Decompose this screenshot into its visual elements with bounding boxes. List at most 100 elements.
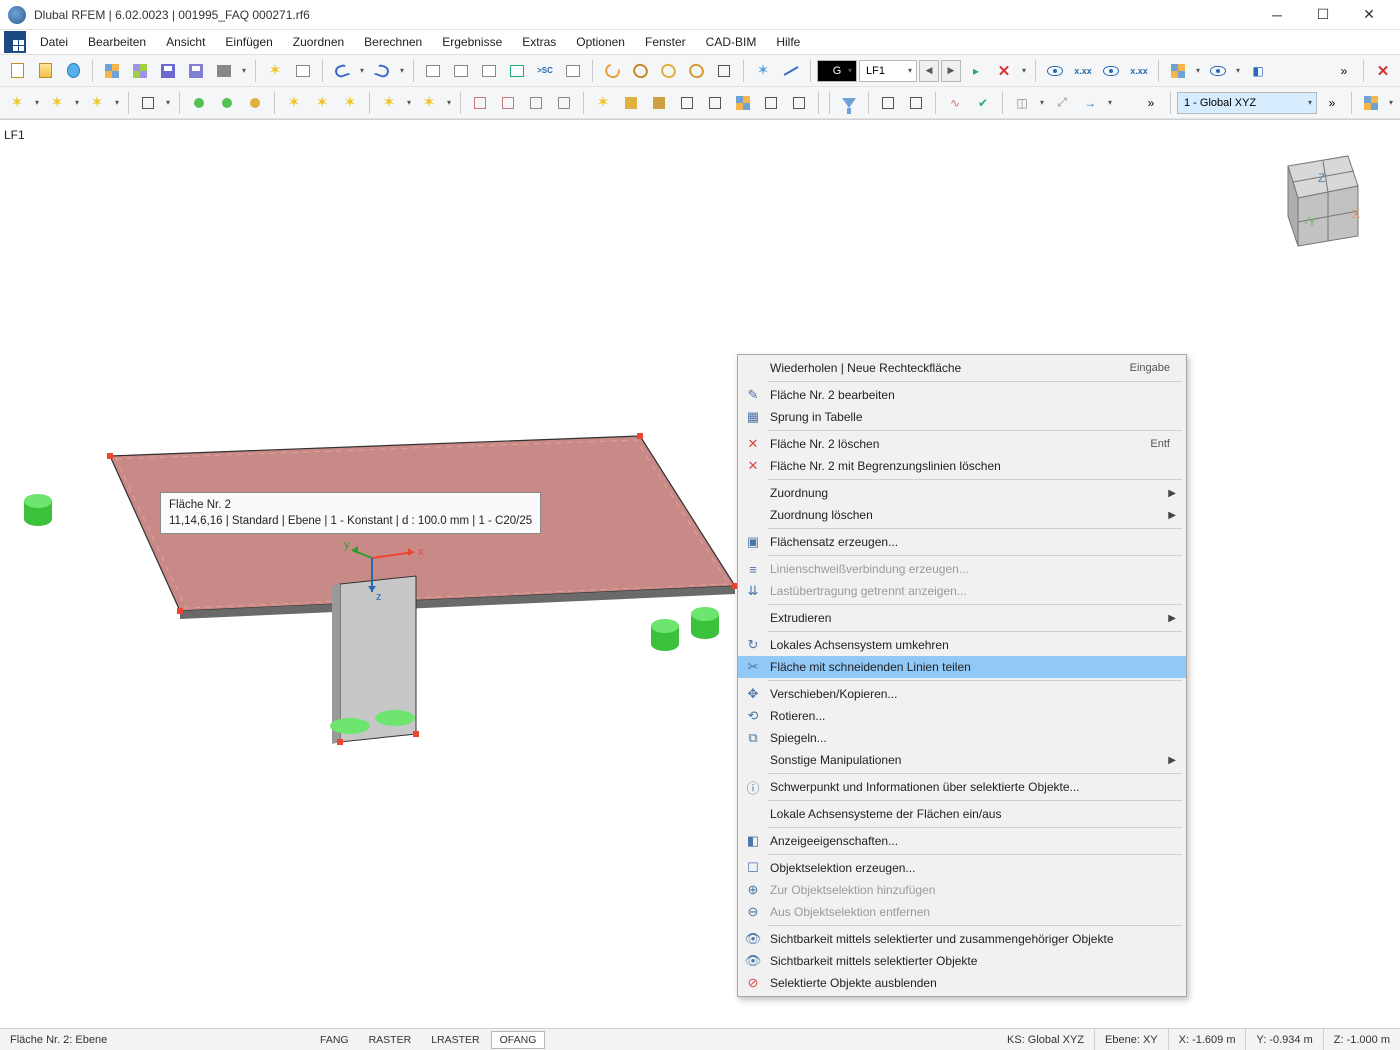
script-button[interactable]: >SC [532, 58, 558, 84]
g2-button[interactable] [618, 90, 644, 116]
view-eye3-button[interactable] [1205, 58, 1231, 84]
more-row2-button[interactable]: » [1138, 90, 1164, 116]
select-arrow-button[interactable] [599, 58, 625, 84]
ctx-item-26[interactable]: ⓘSchwerpunkt und Informationen über sele… [738, 776, 1186, 798]
select-lasso-button[interactable] [627, 58, 653, 84]
status-toggle-lraster[interactable]: LRASTER [422, 1031, 488, 1049]
menu-ansicht[interactable]: Ansicht [156, 31, 215, 53]
ctx-item-23[interactable]: ⧉Spiegeln... [738, 727, 1186, 749]
close-button[interactable]: ✕ [1346, 1, 1392, 29]
lb2-dd[interactable]: ▾ [444, 98, 454, 107]
lf-prev-button[interactable]: ◀ [919, 60, 939, 82]
delete-x-button[interactable]: ✕ [991, 58, 1017, 84]
nav-cube[interactable]: X -Y Z [1258, 146, 1368, 256]
ctx-item-32[interactable]: ☐Objektselektion erzeugen... [738, 857, 1186, 879]
ctx-item-19[interactable]: ✂Fläche mit schneidenden Linien teilen [738, 656, 1186, 678]
load-line-button[interactable]: ✶ [309, 90, 335, 116]
save-as-button[interactable] [183, 58, 209, 84]
node-dd[interactable]: ▾ [32, 98, 42, 107]
ctx-item-38[interactable]: ⊘Selektierte Objekte ausblenden [738, 972, 1186, 994]
ctx-item-37[interactable]: 👁Sichtbarkeit mittels selektierter Objek… [738, 950, 1186, 972]
load-b1-button[interactable]: ✶ [376, 90, 402, 116]
combo-g[interactable]: G [817, 60, 857, 82]
menu-bearbeiten[interactable]: Bearbeiten [78, 31, 156, 53]
delete-x-dropdown[interactable]: ▾ [1019, 66, 1029, 75]
sec2-button[interactable] [903, 90, 929, 116]
menu-optionen[interactable]: Optionen [566, 31, 635, 53]
g4-button[interactable] [674, 90, 700, 116]
ctx-item-21[interactable]: ✥Verschieben/Kopieren... [738, 683, 1186, 705]
arc-dd[interactable]: ▾ [112, 98, 122, 107]
pan-button[interactable] [711, 58, 737, 84]
last-dd[interactable]: ▾ [1386, 98, 1396, 107]
load-surf-button[interactable]: ✶ [337, 90, 363, 116]
status-toggle-raster[interactable]: RASTER [360, 1031, 421, 1049]
load-b2-button[interactable]: ✶ [416, 90, 442, 116]
rect3-button[interactable] [523, 90, 549, 116]
support-line-button[interactable] [778, 58, 804, 84]
lf-next-button[interactable]: ▶ [941, 60, 961, 82]
load-node-button[interactable]: ✶ [281, 90, 307, 116]
new-file-button[interactable] [4, 58, 30, 84]
view-xxx1-button[interactable]: x.xx [1070, 58, 1096, 84]
qa-grid-button[interactable] [4, 31, 26, 53]
ctx-item-22[interactable]: ⟲Rotieren... [738, 705, 1186, 727]
undo-button[interactable] [329, 58, 355, 84]
menu-hilfe[interactable]: Hilfe [766, 31, 810, 53]
m1-dd[interactable]: ▾ [163, 98, 173, 107]
status-toggle-fang[interactable]: FANG [311, 1031, 358, 1049]
rect1-button[interactable] [467, 90, 493, 116]
model-wizard-button[interactable] [99, 58, 125, 84]
combo-loadcase[interactable]: LF1 [859, 60, 917, 82]
flag-button[interactable]: ▸ [963, 58, 989, 84]
menu-berechnen[interactable]: Berechnen [354, 31, 432, 53]
rect4-button[interactable] [551, 90, 577, 116]
more-right-button[interactable]: » [1319, 90, 1345, 116]
menu-extras[interactable]: Extras [512, 31, 566, 53]
g5-button[interactable] [702, 90, 728, 116]
g1-button[interactable]: ✶ [590, 90, 616, 116]
calc-button[interactable] [504, 58, 530, 84]
ctx-item-9[interactable]: Zuordnung löschen▶ [738, 504, 1186, 526]
table1-button[interactable] [420, 58, 446, 84]
menu-zuordnen[interactable]: Zuordnen [283, 31, 354, 53]
undo-dropdown[interactable]: ▾ [357, 66, 367, 75]
minimize-button[interactable]: ─ [1254, 1, 1300, 29]
ctx-item-11[interactable]: ▣Flächensatz erzeugen... [738, 531, 1186, 553]
node-button[interactable]: ✶ [4, 90, 30, 116]
ctx-item-28[interactable]: Lokale Achsensysteme der Flächen ein/aus [738, 803, 1186, 825]
support1-button[interactable] [186, 90, 212, 116]
combo-coord[interactable]: 1 - Global XYZ [1177, 92, 1317, 114]
lb1-dd[interactable]: ▾ [404, 98, 414, 107]
g7-button[interactable] [758, 90, 784, 116]
redo-button[interactable] [369, 58, 395, 84]
zoom-fit-button[interactable] [683, 58, 709, 84]
support3-button[interactable] [242, 90, 268, 116]
save-button[interactable] [155, 58, 181, 84]
table2-button[interactable] [448, 58, 474, 84]
curve-button[interactable]: ∿ [942, 90, 968, 116]
more-row1-button[interactable]: » [1331, 58, 1357, 84]
arrow-r-button[interactable]: → [1077, 90, 1103, 116]
redo-dropdown[interactable]: ▾ [397, 66, 407, 75]
ctx-item-6[interactable]: ✕Fläche Nr. 2 mit Begrenzungslinien lösc… [738, 455, 1186, 477]
menu-ergebnisse[interactable]: Ergebnisse [432, 31, 512, 53]
line-dd[interactable]: ▾ [72, 98, 82, 107]
view-eye1-button[interactable] [1042, 58, 1068, 84]
g6-button[interactable] [730, 90, 756, 116]
g3-button[interactable] [646, 90, 672, 116]
new-element-button[interactable]: ✶ [262, 58, 288, 84]
isometric-button[interactable]: ◧ [1245, 58, 1271, 84]
clipboard-button[interactable] [290, 58, 316, 84]
cube-button[interactable]: ◫ [1009, 90, 1035, 116]
zoom-window-button[interactable] [655, 58, 681, 84]
scale-button[interactable]: ⤢ [1049, 90, 1075, 116]
ctx-item-16[interactable]: Extrudieren▶ [738, 607, 1186, 629]
render-grid-button[interactable] [1165, 58, 1191, 84]
menu-datei[interactable]: Datei [30, 31, 78, 53]
menu-cadbim[interactable]: CAD-BIM [696, 31, 767, 53]
ar-dd[interactable]: ▾ [1105, 98, 1115, 107]
check-button[interactable]: ✔ [970, 90, 996, 116]
support-nodal-button[interactable]: ✶ [750, 58, 776, 84]
g8-button[interactable] [786, 90, 812, 116]
